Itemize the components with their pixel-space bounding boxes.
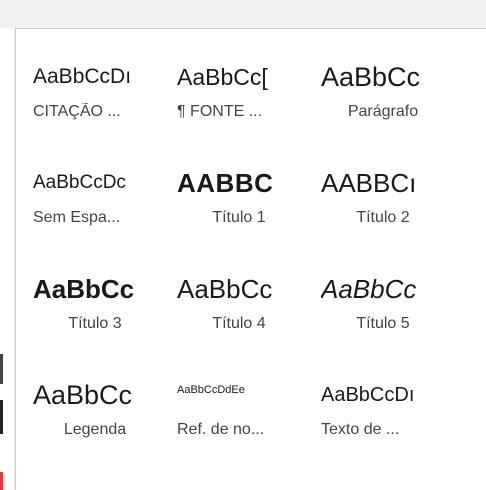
style-label: Título 5 [356,315,410,332]
style-label: Sem Espa... [33,209,121,226]
styles-gallery-popup: AaBbCcDı CITAÇÃO ... AaBbCc[ ¶ FONTE ...… [15,28,486,490]
word-window: AaBbCcDı CITAÇÃO ... AaBbCc[ ¶ FONTE ...… [0,0,486,490]
document-text-fragment [0,354,3,384]
style-label: Título 4 [212,315,266,332]
style-preview: AaBbCcDı [321,384,415,406]
document-text-fragment [0,320,6,350]
styles-grid: AaBbCcDı CITAÇÃO ... AaBbCc[ ¶ FONTE ...… [29,49,461,473]
style-tile-titulo-5[interactable]: AaBbCc Título 5 [317,261,461,367]
style-tile-titulo-4[interactable]: AaBbCc Título 4 [173,261,317,367]
document-text-fragment [0,400,3,434]
style-label: Legenda [63,421,127,438]
style-label: Título 1 [212,209,266,226]
ribbon-strip [0,0,486,28]
style-tile-titulo-2[interactable]: AABBCı Título 2 [317,155,461,261]
style-preview: AaBbCc [321,62,421,92]
style-label: CITAÇÃO ... [33,103,121,120]
style-tile-sem-espacamento[interactable]: AaBbCcDc Sem Espa... [29,155,173,261]
style-tile-fonte[interactable]: AaBbCc[ ¶ FONTE ... [173,49,317,155]
style-label: Texto de ... [321,421,400,438]
style-preview: AaBbCcDdEe [177,384,245,396]
document-text-fragment [0,472,3,490]
style-tile-texto-de[interactable]: AaBbCcDı Texto de ... [317,367,461,473]
style-preview: AaBbCcDc [33,172,126,193]
style-tile-titulo-3[interactable]: AaBbCc Título 3 [29,261,173,367]
style-preview: AABBCı [321,168,417,198]
style-label: ¶ FONTE ... [177,103,263,120]
style-preview: AaBbCc[ [177,64,268,90]
style-tile-citacao[interactable]: AaBbCcDı CITAÇÃO ... [29,49,173,155]
document-background [0,28,15,490]
style-tile-paragrafo[interactable]: AaBbCc Parágrafo [317,49,461,155]
style-label: Parágrafo [347,103,419,120]
style-label: Título 2 [356,209,410,226]
style-preview: AABBC [177,168,274,198]
style-label: Ref. de no... [177,421,265,438]
style-preview: AaBbCc [321,274,417,304]
style-label: Título 3 [68,315,122,332]
style-tile-titulo-1[interactable]: AABBC Título 1 [173,155,317,261]
style-preview: AaBbCc [33,380,133,410]
style-preview: AaBbCcDı [33,65,132,88]
style-tile-legenda[interactable]: AaBbCc Legenda [29,367,173,473]
style-tile-ref-nota[interactable]: AaBbCcDdEe Ref. de no... [173,367,317,473]
style-preview: AaBbCc [33,274,135,304]
style-preview: AaBbCc [177,274,273,304]
